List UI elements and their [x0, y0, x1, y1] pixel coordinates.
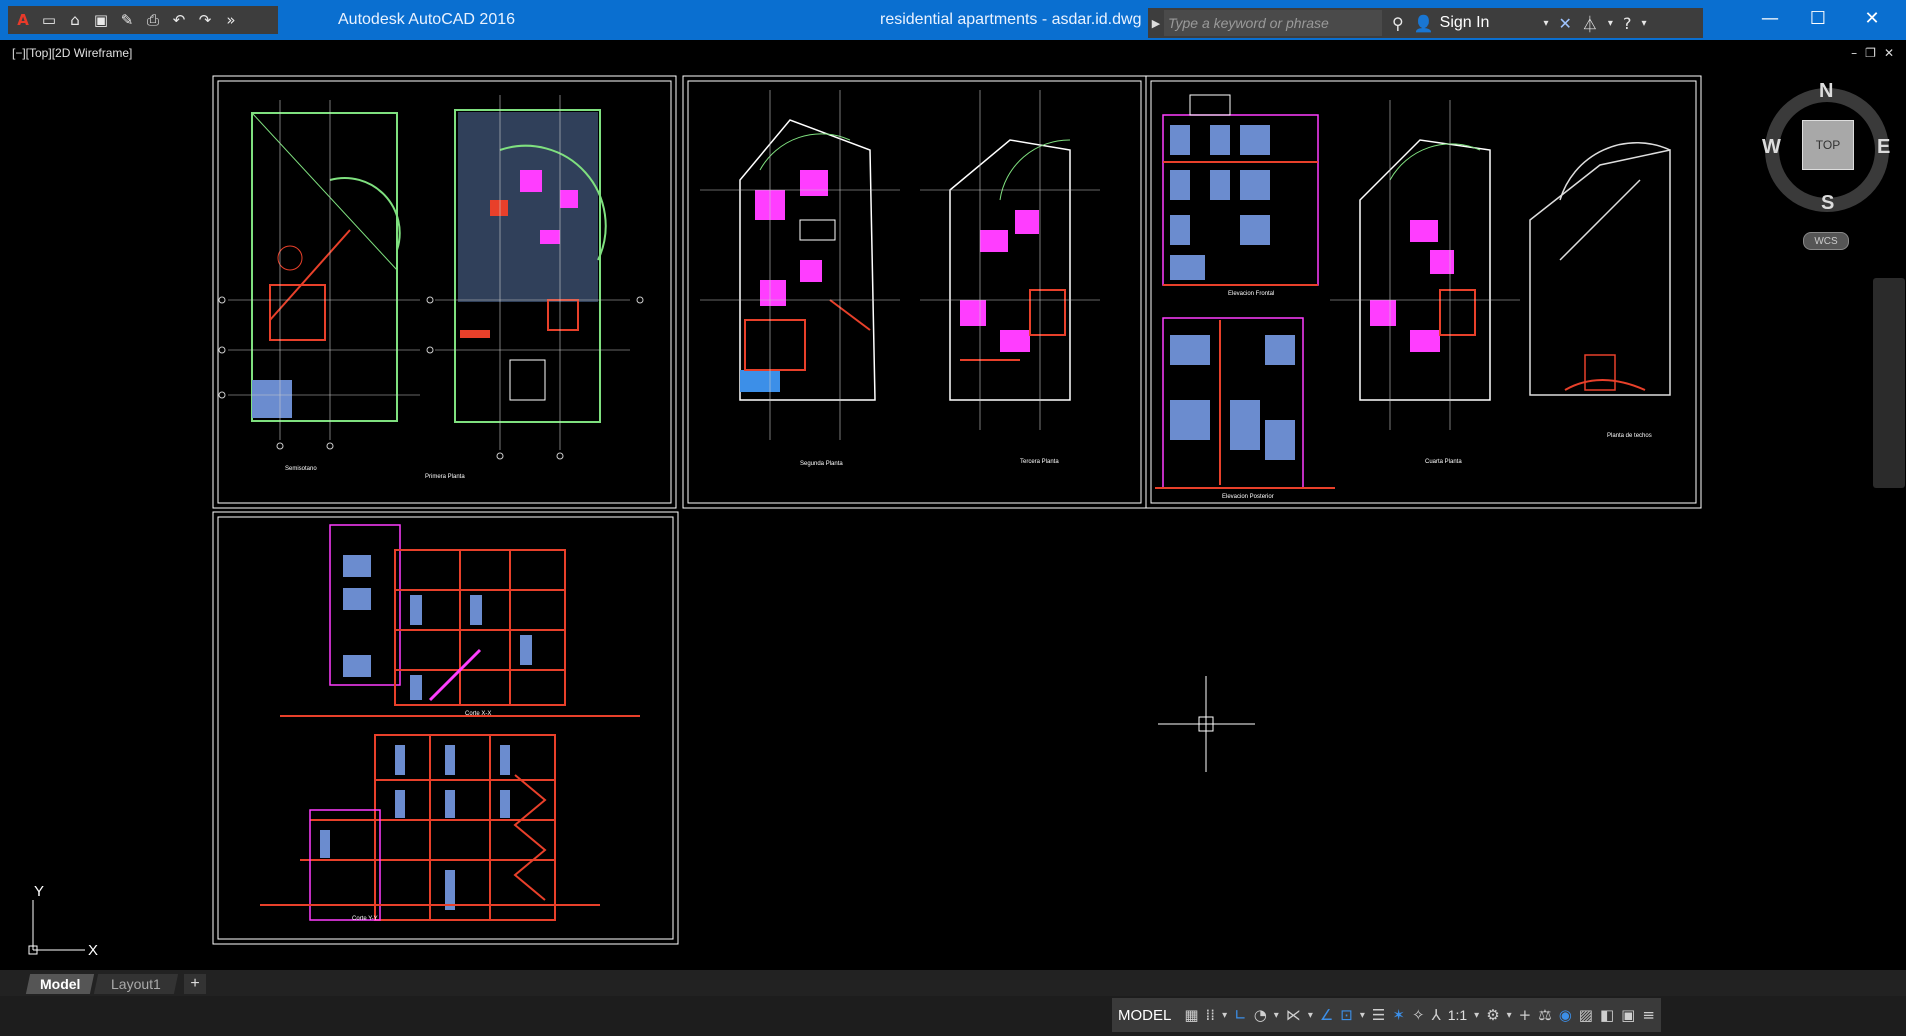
compass-north[interactable]: N — [1819, 80, 1833, 103]
document-title: residential apartments - asdar.id.dwg — [880, 11, 1142, 28]
snap-icon[interactable]: ⁞⁞ — [1206, 1006, 1216, 1024]
chevron-down-icon[interactable]: ▾ — [1474, 1010, 1479, 1021]
sign-in-button[interactable]: Sign In — [1440, 14, 1490, 32]
minimize-icon[interactable]: — — [1750, 8, 1790, 34]
customization-menu-icon[interactable]: ≡ — [1642, 1006, 1655, 1024]
label-cuarta-planta: Cuarta Planta — [1425, 459, 1462, 465]
label-segunda-planta: Segunda Planta — [800, 461, 843, 467]
maximize-icon[interactable]: ☐ — [1798, 8, 1838, 34]
undo-icon[interactable]: ↶ — [168, 9, 190, 31]
lineweight-icon[interactable]: ☰ — [1372, 1006, 1385, 1024]
new-file-icon[interactable]: ▭ — [38, 9, 60, 31]
chevron-down-icon[interactable]: ▾ — [1360, 1010, 1365, 1021]
navigation-bar[interactable] — [1873, 278, 1905, 488]
graphics-performance-icon[interactable]: ▨ — [1579, 1006, 1593, 1024]
label-planta-techos: Planta de techos — [1607, 433, 1652, 439]
units-icon[interactable]: ⚖ — [1538, 1006, 1551, 1024]
chevron-down-icon[interactable]: ▾ — [1641, 18, 1646, 29]
plan-tercera-planta — [920, 90, 1100, 430]
annotation-scale-icon[interactable]: ⅄ — [1432, 1006, 1441, 1024]
section-x-x — [280, 524, 640, 717]
annotation-monitor-icon[interactable]: + — [1519, 1006, 1532, 1024]
chevron-down-icon[interactable]: ▾ — [1543, 18, 1548, 29]
chevron-down-icon[interactable]: ▾ — [1222, 1010, 1227, 1021]
annotation-visibility-icon[interactable]: ✶ — [1392, 1006, 1405, 1024]
help-icon[interactable]: ? — [1623, 14, 1632, 33]
label-elevacion-posterior: Elevacion Posterior — [1222, 494, 1274, 500]
plan-techos — [1529, 142, 1671, 396]
autocad-logo-icon[interactable]: A — [12, 9, 34, 31]
sheet-frames — [212, 75, 1702, 945]
chevron-down-icon[interactable]: ▾ — [1274, 1010, 1279, 1021]
search-bar: ▶ ⚲ 👤 Sign In ▾ ✕ ⏃ ▾ ? ▾ — [1148, 8, 1703, 38]
chevron-down-icon[interactable]: ▾ — [1608, 18, 1613, 29]
workspace-gear-icon[interactable]: ⚙ — [1486, 1006, 1499, 1024]
label-corte-y-y: Corte Y-Y — [352, 916, 378, 922]
viewcube-top-face[interactable]: TOP — [1802, 120, 1854, 170]
drawing-canvas[interactable]: Semisotano Primera Planta Segunda Planta… — [0, 40, 1906, 970]
chevron-down-icon[interactable]: ▾ — [1308, 1010, 1313, 1021]
label-elevacion-frontal: Elevacion Frontal — [1228, 291, 1274, 297]
chevron-down-icon[interactable]: ▾ — [1507, 1010, 1512, 1021]
binoculars-icon[interactable]: ⚲ — [1392, 14, 1404, 33]
exchange-icon[interactable]: ✕ — [1558, 14, 1571, 33]
section-y-y — [260, 734, 600, 921]
tab-model[interactable]: Model — [25, 974, 95, 994]
more-icon[interactable]: » — [220, 9, 242, 31]
quick-access-toolbar: A ▭ ⌂ ▣ ✎ ⎙ ↶ ↷ » — [8, 6, 278, 34]
grid-icon[interactable]: ▦ — [1184, 1006, 1198, 1024]
plan-segunda-planta — [700, 90, 900, 440]
isodraft-icon[interactable]: ⋉ — [1286, 1006, 1301, 1024]
add-layout-button[interactable]: + — [184, 974, 206, 994]
compass-south[interactable]: S — [1821, 192, 1834, 215]
ucs-x-label: X — [88, 942, 98, 959]
sheet-2-inner — [687, 80, 1142, 504]
compass-east[interactable]: E — [1877, 136, 1890, 159]
label-primera-planta: Primera Planta — [425, 474, 465, 480]
model-space-button[interactable]: MODEL — [1118, 1007, 1171, 1024]
sheet-2-frame — [682, 75, 1147, 509]
plan-cuarta-planta — [1330, 100, 1520, 430]
title-bar: A ▭ ⌂ ▣ ✎ ⎙ ↶ ↷ » Autodesk AutoCAD 2016 … — [0, 0, 1906, 40]
open-file-icon[interactable]: ⌂ — [64, 9, 86, 31]
tab-layout1-label: Layout1 — [111, 976, 161, 992]
layout-tab-bar — [0, 970, 1906, 996]
label-corte-x-x: Corte X-X — [465, 711, 491, 717]
redo-icon[interactable]: ↷ — [194, 9, 216, 31]
search-expand-icon[interactable]: ▶ — [1148, 17, 1164, 30]
compass-west[interactable]: W — [1762, 136, 1781, 159]
label-semisotano: Semisotano — [285, 466, 317, 472]
elevation-frontal — [1162, 94, 1319, 286]
close-icon[interactable]: ✕ — [1852, 8, 1892, 34]
tab-layout1[interactable]: Layout1 — [93, 974, 179, 994]
plan-primera-planta — [426, 95, 644, 460]
auto-scale-icon[interactable]: ✧ — [1412, 1006, 1425, 1024]
autodesk-a360-icon[interactable]: ⏃ — [1582, 11, 1598, 35]
sheet-1-frame — [212, 75, 677, 509]
annotation-scale-value[interactable]: 1:1 — [1448, 1007, 1467, 1023]
ucs-icon — [28, 900, 85, 955]
sheet-1-inner — [217, 80, 672, 504]
object-snap-icon[interactable]: ⊡ — [1340, 1006, 1353, 1024]
crosshair-cursor — [1158, 676, 1255, 772]
tab-model-label: Model — [39, 976, 81, 992]
app-title: Autodesk AutoCAD 2016 — [338, 11, 516, 28]
save-icon[interactable]: ▣ — [90, 9, 112, 31]
isolate-objects-icon[interactable]: ◧ — [1600, 1006, 1614, 1024]
save-as-icon[interactable]: ✎ — [116, 9, 138, 31]
user-icon[interactable]: 👤 — [1414, 14, 1434, 33]
clean-screen-icon[interactable]: ▣ — [1621, 1006, 1635, 1024]
wcs-menu[interactable]: WCS — [1803, 232, 1849, 250]
label-tercera-planta: Tercera Planta — [1020, 459, 1059, 465]
object-snap-tracking-icon[interactable]: ∠ — [1320, 1006, 1333, 1024]
polar-tracking-icon[interactable]: ◔ — [1254, 1006, 1267, 1024]
plan-semisotano — [218, 100, 420, 450]
print-icon[interactable]: ⎙ — [142, 9, 164, 31]
elevation-posterior — [1155, 317, 1335, 489]
status-bar-tools: MODEL ▦ ⁞⁞ ▾ ∟ ◔ ▾ ⋉ ▾ ∠ ⊡ ▾ ☰ ✶ ✧ ⅄ 1:1… — [1112, 998, 1661, 1032]
quick-properties-icon[interactable]: ◉ — [1559, 1006, 1572, 1024]
ucs-y-label: Y — [34, 883, 44, 900]
search-input[interactable] — [1164, 10, 1382, 36]
ortho-icon[interactable]: ∟ — [1234, 1006, 1247, 1024]
